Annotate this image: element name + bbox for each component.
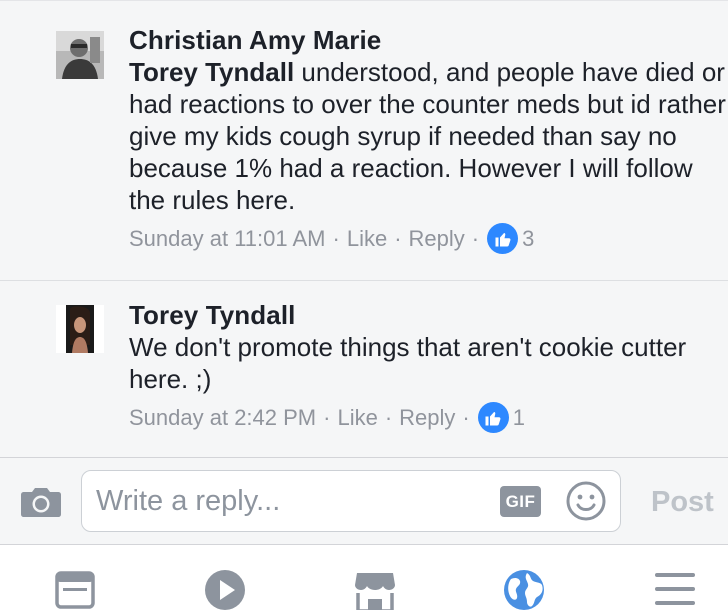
reply-input[interactable]	[96, 481, 486, 521]
reply-composer: GIF Post	[0, 457, 728, 545]
comment-text: Torey Tyndall understood, and people hav…	[129, 56, 728, 216]
comment-mention[interactable]: Torey Tyndall	[129, 57, 294, 87]
separator-dot: ·	[332, 225, 340, 251]
marketplace-icon[interactable]	[353, 569, 397, 610]
separator-dot: ·	[471, 225, 480, 251]
comment-item: Christian Amy Marie Torey Tyndall unders…	[0, 0, 728, 280]
separator-dot: ·	[462, 404, 470, 430]
news-feed-icon[interactable]	[55, 569, 99, 610]
reply-box[interactable]: GIF	[81, 470, 621, 532]
like-count[interactable]: 3	[522, 224, 534, 254]
avatar[interactable]	[56, 31, 104, 79]
comment-message: We don't promote things that aren't cook…	[129, 332, 687, 394]
comment-item: Torey Tyndall We don't promote things th…	[0, 280, 728, 457]
comment-body: Torey Tyndall We don't promote things th…	[129, 299, 728, 433]
comment-author[interactable]: Christian Amy Marie	[129, 24, 728, 56]
comment-list: Christian Amy Marie Torey Tyndall unders…	[0, 0, 728, 457]
post-button[interactable]: Post	[651, 484, 714, 520]
avatar[interactable]	[56, 305, 104, 353]
comment-meta: Sunday at 11:01 AM · Like · Reply · 3	[129, 223, 728, 254]
comment-timestamp[interactable]: Sunday at 2:42 PM	[129, 403, 316, 433]
emoji-icon[interactable]	[566, 481, 606, 526]
separator-dot: ·	[323, 404, 331, 430]
gif-icon[interactable]: GIF	[500, 486, 541, 517]
like-count[interactable]: 1	[513, 403, 525, 433]
comment-text: We don't promote things that aren't cook…	[129, 331, 728, 395]
like-link[interactable]: Like	[337, 403, 377, 433]
thumbs-up-icon[interactable]	[487, 223, 519, 254]
comment-meta: Sunday at 2:42 PM · Like · Reply · 1	[129, 402, 728, 433]
thumbs-up-icon[interactable]	[477, 402, 509, 433]
video-icon[interactable]	[204, 569, 248, 610]
globe-icon[interactable]	[503, 569, 547, 610]
reply-link[interactable]: Reply	[409, 224, 465, 254]
comment-author[interactable]: Torey Tyndall	[129, 299, 728, 331]
separator-dot: ·	[394, 225, 402, 251]
comment-timestamp[interactable]: Sunday at 11:01 AM	[129, 224, 326, 254]
bottom-tab-bar	[0, 545, 728, 610]
comment-body: Christian Amy Marie Torey Tyndall unders…	[129, 24, 728, 254]
separator-dot: ·	[384, 404, 393, 430]
like-link[interactable]: Like	[347, 224, 387, 254]
reply-link[interactable]: Reply	[399, 403, 455, 433]
menu-icon[interactable]	[653, 569, 697, 610]
comment-thread-screen: Christian Amy Marie Torey Tyndall unders…	[0, 0, 728, 610]
camera-icon[interactable]	[20, 486, 62, 523]
